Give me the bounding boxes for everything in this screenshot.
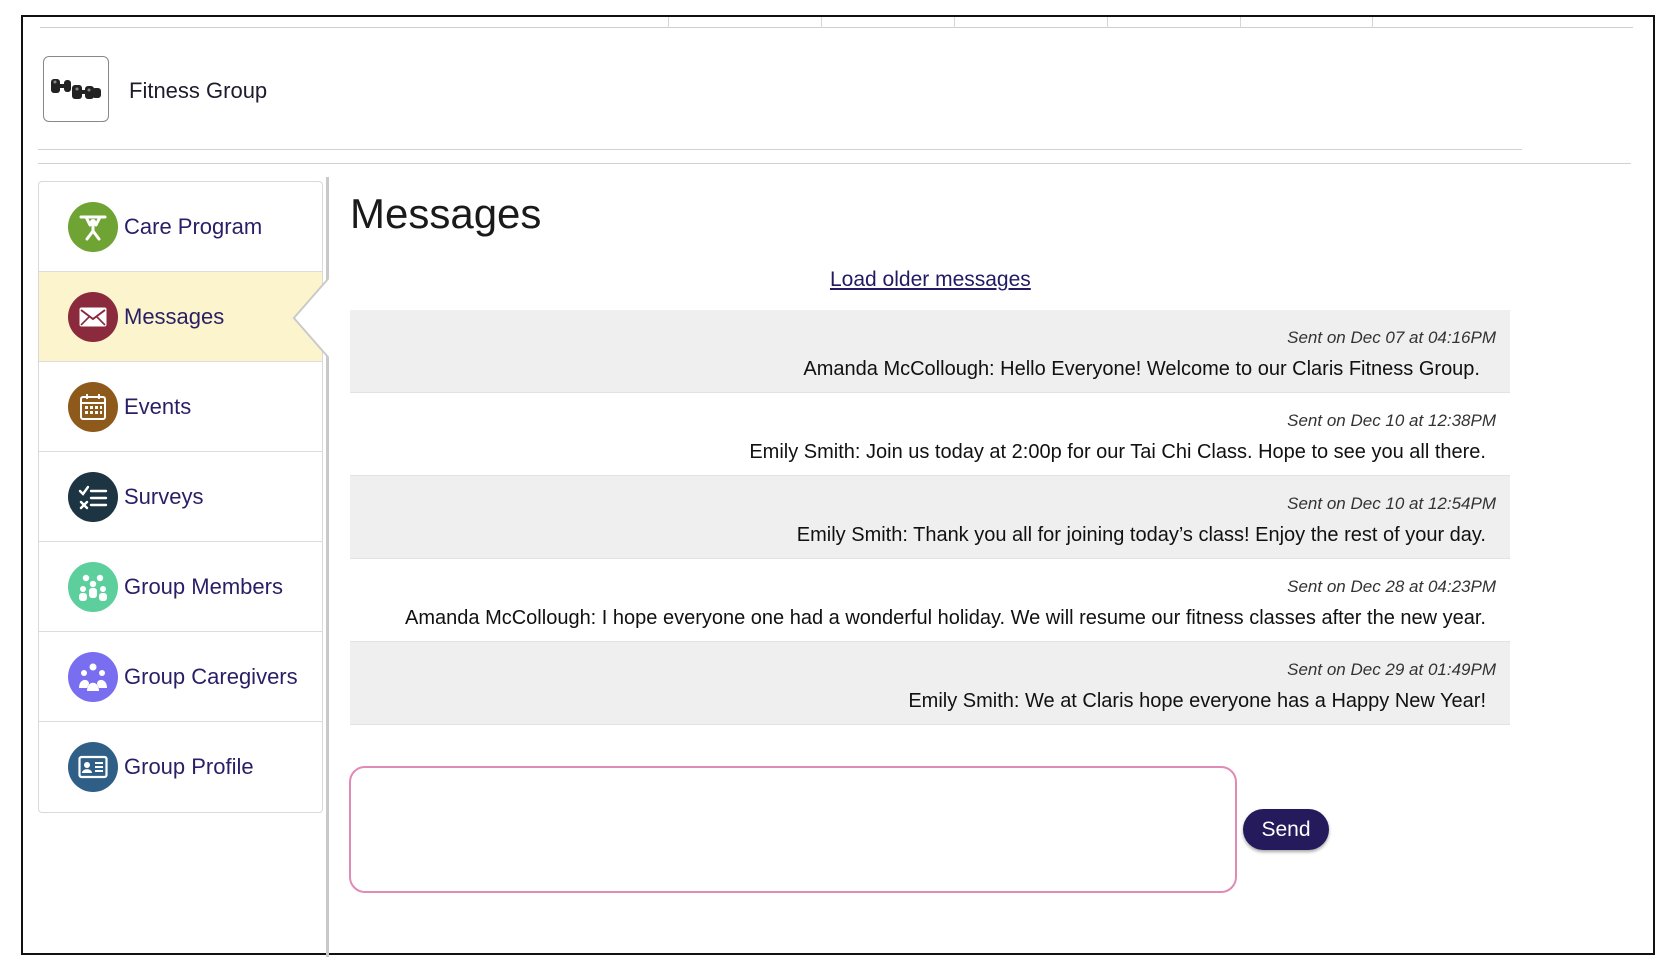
sidebar-item-label: Group Profile xyxy=(124,754,254,779)
message-timestamp: Sent on Dec 28 at 04:23PM xyxy=(1287,577,1496,596)
sidebar-item-group-profile[interactable]: Group Profile xyxy=(39,722,322,812)
group-name: Fitness Group xyxy=(129,78,268,103)
page-title: Messages xyxy=(350,190,542,237)
calendar-icon xyxy=(68,381,118,432)
sidebar-item-label: Care Program xyxy=(124,213,263,239)
sidebar-item-group-members[interactable]: Group Members xyxy=(39,542,322,632)
checklist-icon xyxy=(68,471,118,522)
load-older-messages-link[interactable]: Load older messages xyxy=(830,268,1031,292)
message-text: Emily Smith: Join us today at 2:00p for … xyxy=(749,441,1486,463)
message-text: Emily Smith: We at Claris hope everyone … xyxy=(908,690,1486,712)
message-item: Sent on Dec 29 at 01:49PM Emily Smith: W… xyxy=(350,642,1510,725)
caregivers-icon xyxy=(68,651,118,702)
sidebar-item-label: Group Members xyxy=(124,573,283,599)
sidebar-item-messages[interactable]: Messages xyxy=(39,272,322,362)
sidebar-item-label: Events xyxy=(124,393,192,419)
message-text: Amanda McCollough: Hello Everyone! Welco… xyxy=(803,358,1480,380)
message-text: Emily Smith: Thank you all for joining t… xyxy=(796,524,1486,546)
dumbbells-icon xyxy=(51,79,101,99)
send-button[interactable]: Send xyxy=(1243,809,1329,850)
people-group-icon xyxy=(68,561,118,612)
sidebar-item-label: Group Caregivers xyxy=(124,663,298,689)
sidebar-item-group-caregivers[interactable]: Group Caregivers xyxy=(39,632,322,722)
message-timestamp: Sent on Dec 10 at 12:38PM xyxy=(1287,411,1496,430)
sidebar-item-care-program[interactable]: Care Program xyxy=(39,182,322,272)
group-header: Fitness Group xyxy=(38,26,1631,164)
sidebar: Care Program Messages Events Surveys Gro… xyxy=(38,181,323,813)
message-timestamp: Sent on Dec 29 at 01:49PM xyxy=(1287,660,1496,679)
envelope-icon xyxy=(68,291,118,342)
header-divider xyxy=(38,149,1522,150)
message-timestamp: Sent on Dec 07 at 04:16PM xyxy=(1287,328,1496,347)
message-compose-input[interactable] xyxy=(349,766,1237,893)
weightlifter-icon xyxy=(68,201,118,252)
sidebar-item-label: Surveys xyxy=(124,483,204,509)
id-card-icon xyxy=(68,742,118,792)
message-list: Sent on Dec 07 at 04:16PM Amanda McCollo… xyxy=(350,310,1510,725)
sidebar-item-events[interactable]: Events xyxy=(39,362,322,452)
message-item: Sent on Dec 28 at 04:23PM Amanda McCollo… xyxy=(350,559,1510,642)
sidebar-item-label: Messages xyxy=(124,303,225,329)
active-item-pointer xyxy=(292,278,331,358)
message-timestamp: Sent on Dec 10 at 12:54PM xyxy=(1287,494,1496,513)
message-item: Sent on Dec 07 at 04:16PM Amanda McCollo… xyxy=(350,310,1510,393)
message-text: Amanda McCollough: I hope everyone one h… xyxy=(405,607,1486,629)
sidebar-item-surveys[interactable]: Surveys xyxy=(39,452,322,542)
message-item: Sent on Dec 10 at 12:38PM Emily Smith: J… xyxy=(350,393,1510,476)
group-logo xyxy=(43,56,109,122)
message-item: Sent on Dec 10 at 12:54PM Emily Smith: T… xyxy=(350,476,1510,559)
